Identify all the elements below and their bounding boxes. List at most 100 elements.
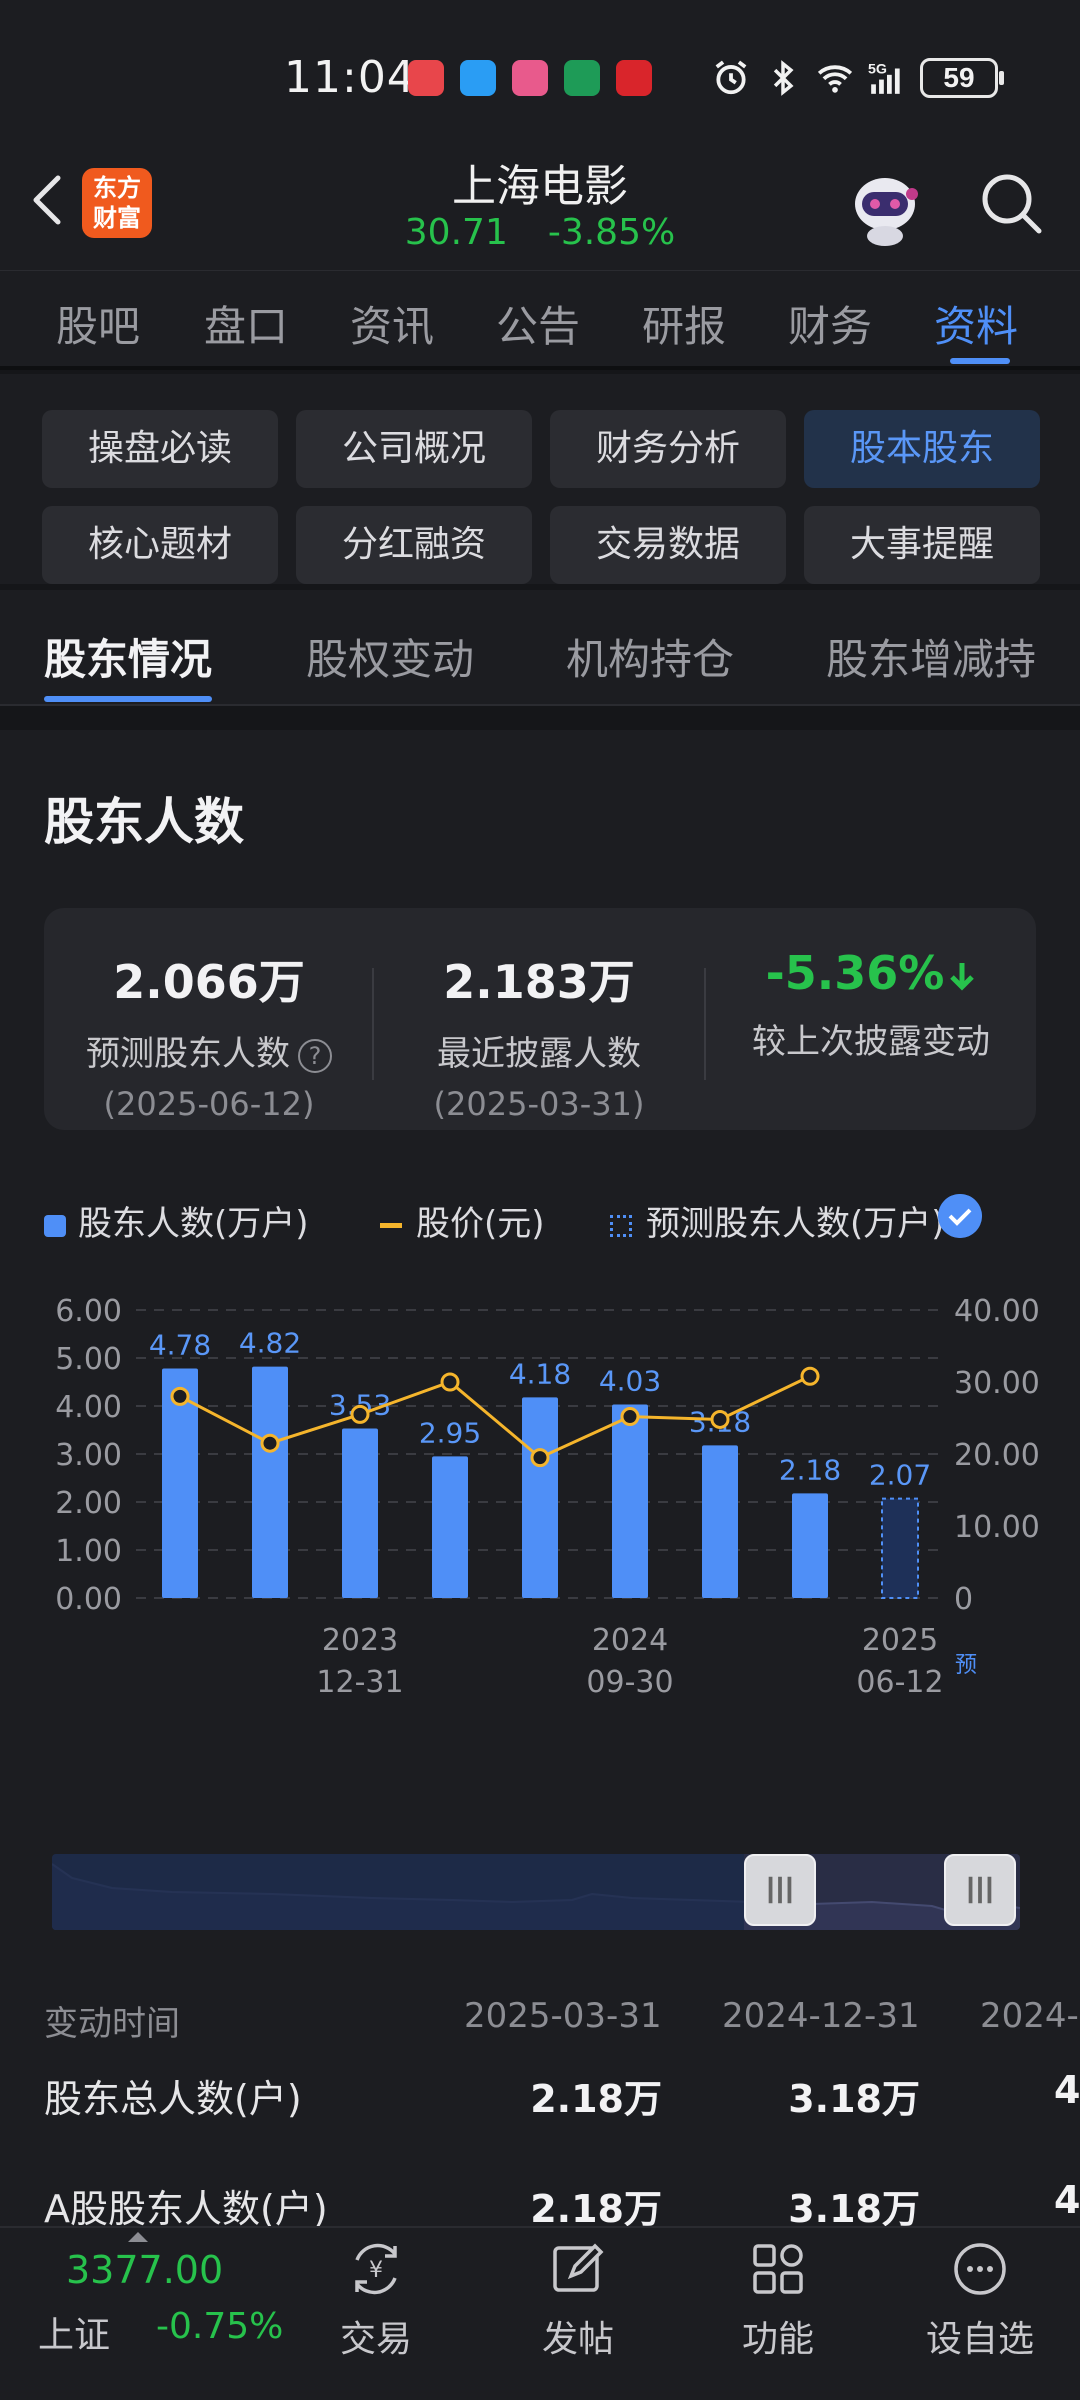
price-point xyxy=(710,1409,730,1429)
china-post-icon xyxy=(564,60,600,96)
holders-bar xyxy=(612,1404,648,1598)
table-row[interactable]: A股股东人数(户) 2.18万 3.18万 4. xyxy=(0,2170,1080,2226)
pay-app-icon xyxy=(616,60,652,96)
section-title: 股东人数 xyxy=(44,793,244,851)
chip-core-themes[interactable]: 核心题材 xyxy=(42,506,278,584)
table-column-date: 2024-12-31 xyxy=(722,1996,920,2036)
y-left-tick-label: 0.00 xyxy=(55,1582,122,1617)
table-column-date: 2024- xyxy=(980,1996,1079,2036)
chip-financial-analysis[interactable]: 财务分析 xyxy=(550,410,786,488)
latest-holders-label: 最近披露人数 xyxy=(437,1034,641,1074)
post-button[interactable]: 发帖 xyxy=(508,2238,648,2362)
table-row[interactable]: 股东总人数(户) 2.18万 3.18万 4. xyxy=(0,2060,1080,2140)
index-change[interactable]: -0.75% xyxy=(156,2306,283,2347)
legend-bar-swatch xyxy=(44,1214,66,1237)
functions-button[interactable]: 功能 xyxy=(708,2238,848,2362)
tab-finance[interactable]: 财务 xyxy=(788,293,872,354)
tab-announcements[interactable]: 公告 xyxy=(496,293,580,354)
bar-value-label: 4.82 xyxy=(239,1327,301,1360)
table-header-row: 变动时间 2025-03-31 2024-12-31 2024- xyxy=(0,1984,1080,2064)
alarm-icon xyxy=(715,60,747,95)
bottom-bar: 3377.00 上证 -0.75% ¥ 交易 发帖 功能 设自选 xyxy=(0,2226,1080,2400)
legend-forecast[interactable]: 预测股东人数(万户) xyxy=(610,1196,945,1245)
tab-guba[interactable]: 股吧 xyxy=(56,293,140,354)
latest-holders-block: 2.183万 最近披露人数 (2025-03-31) xyxy=(374,908,704,1123)
holders-bar xyxy=(792,1493,828,1598)
tab-profile[interactable]: 资料 xyxy=(934,293,1018,354)
chip-trading-data[interactable]: 交易数据 xyxy=(550,506,786,584)
chip-trading-guide[interactable]: 操盘必读 xyxy=(42,410,278,488)
range-right-handle[interactable] xyxy=(944,1854,1016,1926)
forecast-holders-value: 2.066万 xyxy=(113,955,305,1009)
tab-pankou[interactable]: 盘口 xyxy=(204,293,288,354)
functions-label: 功能 xyxy=(741,2319,814,2360)
chart-legend: 股东人数(万户) 股价(元) 预测股东人数(万户) xyxy=(44,1190,1044,1250)
messages-icon xyxy=(460,60,496,96)
index-name[interactable]: 上证 xyxy=(38,2306,110,2358)
y-right-tick-label: 20.00 xyxy=(954,1438,1040,1473)
chart-range-slider[interactable] xyxy=(52,1854,1020,1930)
chip-event-reminders[interactable]: 大事提醒 xyxy=(804,506,1040,584)
table-cell: 4. xyxy=(1054,2178,1080,2222)
search-icon[interactable] xyxy=(976,168,1048,240)
trade-button[interactable]: ¥ 交易 xyxy=(306,2238,446,2362)
table-header-label: 变动时间 xyxy=(44,2004,180,2044)
tab-research[interactable]: 研报 xyxy=(642,293,726,354)
chip-company-overview[interactable]: 公司概况 xyxy=(296,410,532,488)
y-left-tick-label: 2.00 xyxy=(55,1486,122,1521)
range-overview-sparkline xyxy=(52,1854,1020,1930)
legend-holders[interactable]: 股东人数(万户) xyxy=(44,1196,309,1245)
svg-text:¥: ¥ xyxy=(369,2258,383,2283)
holders-bar xyxy=(702,1445,738,1598)
forecast-bar xyxy=(881,1497,919,1599)
table-row-label: 股东总人数(户) xyxy=(44,2077,302,2121)
y-left-tick-label: 4.00 xyxy=(55,1390,122,1425)
table-cell: 4. xyxy=(1054,2068,1080,2112)
grip-lines-icon xyxy=(768,1876,792,1904)
bluetooth-icon xyxy=(773,60,794,96)
grip-lines-icon xyxy=(968,1876,992,1904)
subtab-institutional-holdings[interactable]: 机构持仓 xyxy=(566,626,734,687)
add-watchlist-button[interactable]: 设自选 xyxy=(910,2238,1050,2362)
main-tabs: 股吧 盘口 资讯 公告 研报 财务 资料 xyxy=(0,270,1080,370)
y-left-tick-label: 5.00 xyxy=(55,1342,122,1377)
table-row-label: A股股东人数(户) xyxy=(44,2187,328,2226)
holders-bar xyxy=(342,1428,378,1598)
holder-change-label: 较上次披露变动 xyxy=(752,1022,990,1062)
forecast-checkbox-icon[interactable] xyxy=(938,1194,982,1238)
holders-bar xyxy=(432,1456,468,1598)
legend-forecast-label: 预测股东人数(万户) xyxy=(646,1204,945,1244)
y-left-tick-label: 6.00 xyxy=(55,1294,122,1329)
expand-caret-icon xyxy=(128,2232,148,2242)
grid-functions-icon xyxy=(753,2244,803,2294)
price-point xyxy=(350,1404,370,1424)
price-point xyxy=(800,1366,820,1386)
price-point xyxy=(620,1407,640,1427)
bar-value-label: 4.78 xyxy=(149,1329,211,1362)
chip-shares-holders[interactable]: 股本股东 xyxy=(804,410,1040,488)
forecast-value-label: 2.07 xyxy=(869,1459,931,1492)
stock-change: -3.85% xyxy=(547,212,676,253)
latest-holders-value: 2.183万 xyxy=(443,955,635,1009)
tab-news[interactable]: 资讯 xyxy=(350,293,434,354)
legend-price[interactable]: 股价(元) xyxy=(380,1196,545,1245)
forecast-holders-label-row: 预测股东人数? xyxy=(44,1026,374,1075)
more-dots-icon xyxy=(954,2243,1006,2295)
y-right-tick-label: 40.00 xyxy=(954,1294,1040,1329)
index-value[interactable]: 3377.00 xyxy=(66,2248,223,2292)
table-cell: 2.18万 xyxy=(530,2077,662,2121)
help-icon[interactable]: ? xyxy=(298,1038,332,1073)
trade-yuan-icon: ¥ xyxy=(355,2243,397,2295)
range-left-handle[interactable] xyxy=(744,1854,816,1926)
forecast-holders-block: 2.066万 预测股东人数? (2025-06-12) xyxy=(44,908,374,1123)
chip-dividends-financing[interactable]: 分红融资 xyxy=(296,506,532,584)
assistant-robot-icon[interactable] xyxy=(842,164,928,250)
huawei-store-icon xyxy=(408,60,444,96)
subtab-holding-changes[interactable]: 股东增减持 xyxy=(826,626,1036,687)
x-tick-date: 06-12 xyxy=(856,1665,943,1700)
price-point xyxy=(530,1448,550,1468)
subtab-shareholder-status[interactable]: 股东情况 xyxy=(44,626,212,687)
table-cell: 2.18万 xyxy=(530,2187,662,2226)
bar-value-label: 4.03 xyxy=(599,1365,661,1398)
subtab-equity-changes[interactable]: 股权变动 xyxy=(306,626,474,687)
